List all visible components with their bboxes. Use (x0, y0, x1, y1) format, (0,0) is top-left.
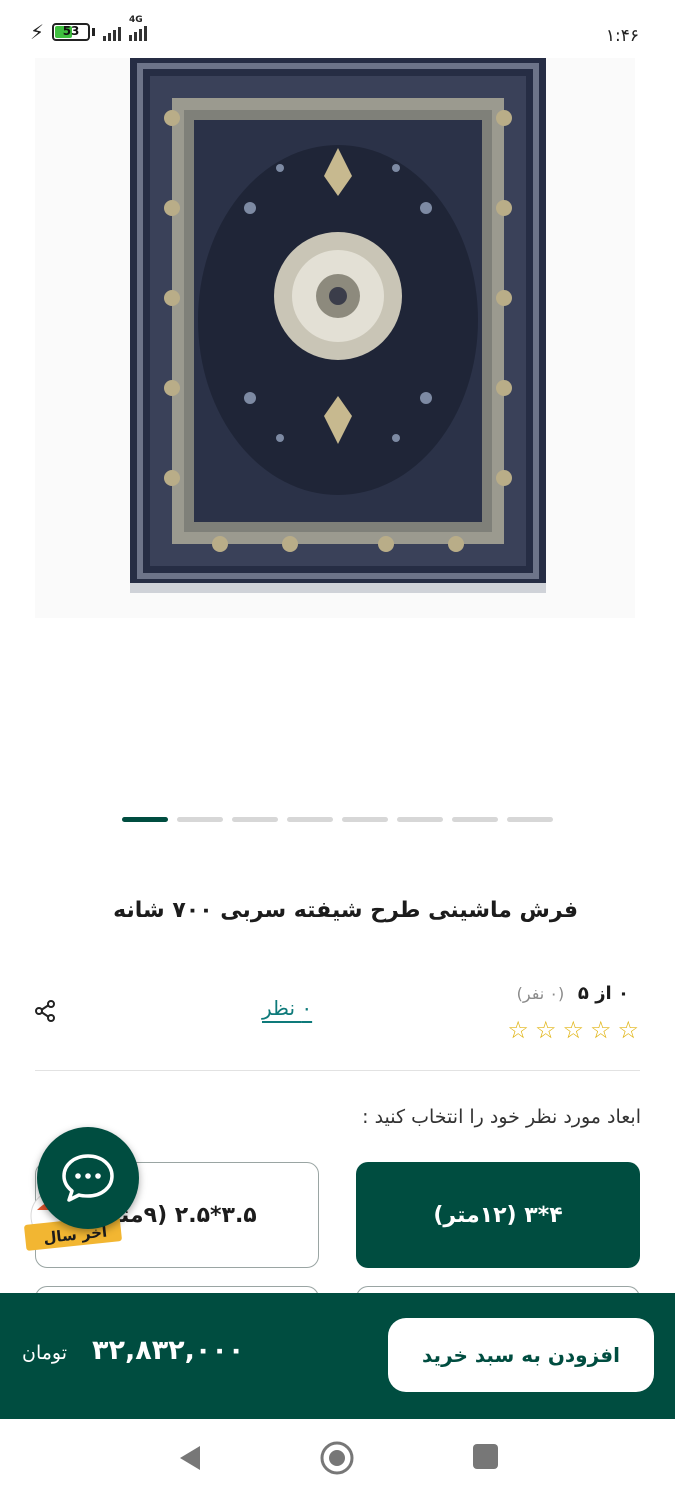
size-selection-label: ابعاد مورد نظر خود را انتخاب کنید : (362, 1106, 641, 1128)
battery-icon: 53 (52, 23, 91, 41)
carousel-dot[interactable] (122, 817, 168, 822)
chat-button[interactable] (37, 1127, 139, 1229)
star-icon: ☆ (589, 1016, 612, 1044)
carousel-dot[interactable] (177, 817, 223, 822)
carousel-dot[interactable] (452, 817, 498, 822)
rating-summary: ۰ از ۵ (۰ نفر) (517, 983, 629, 1004)
add-to-cart-button[interactable]: افزودن به سبد خرید (388, 1318, 654, 1392)
clock: ۱:۴۶ (605, 26, 639, 46)
rating-count: (۰ نفر) (516, 984, 565, 1003)
back-icon[interactable] (176, 1443, 206, 1473)
carousel-dot[interactable] (342, 817, 388, 822)
chat-bubble-icon (62, 1154, 114, 1202)
carousel-indicator (0, 817, 675, 823)
share-icon[interactable] (34, 1000, 56, 1022)
divider (35, 1070, 640, 1071)
product-title: فرش ماشینی طرح شیفته سربی ۷۰۰ شانه (113, 898, 578, 923)
carousel-dot[interactable] (232, 817, 278, 822)
recent-apps-icon[interactable] (473, 1444, 498, 1469)
rug-image (130, 58, 546, 593)
product-image[interactable] (35, 58, 635, 618)
network-type: 4G (129, 15, 143, 25)
mobile-data-icon: 4G (129, 15, 148, 41)
rating-score: ۰ از ۵ (577, 983, 629, 1004)
star-icon: ☆ (617, 1016, 639, 1044)
charging-icon: ⚡ (30, 20, 45, 44)
currency: تومان (22, 1342, 68, 1364)
signal-icon (103, 23, 122, 41)
star-icon: ☆ (507, 1016, 529, 1044)
battery-level: 53 (62, 24, 80, 38)
price: ۳۲,۸۳۲,۰۰۰ (92, 1335, 245, 1366)
home-icon[interactable] (319, 1440, 355, 1476)
size-option-12m[interactable]: ۴*۳ (۱۲متر) (356, 1162, 640, 1268)
system-nav-bar (0, 1419, 675, 1500)
star-icon: ☆ (534, 1016, 557, 1044)
rating-stars: ☆ ☆ ☆ ☆ ☆ (507, 1018, 639, 1042)
star-icon: ☆ (562, 1016, 584, 1044)
status-icons: ⚡ 53 4G (30, 15, 148, 44)
purchase-bar: افزودن به سبد خرید ۳۲,۸۳۲,۰۰۰ تومان (0, 1293, 675, 1419)
carousel-dot[interactable] (507, 817, 553, 822)
carousel-dot[interactable] (397, 817, 443, 822)
status-bar: ⚡ 53 4G ۱:۴۶ (0, 0, 675, 60)
carousel-dot[interactable] (287, 817, 333, 822)
reviews-link[interactable]: ۰ نظر (262, 996, 312, 1020)
